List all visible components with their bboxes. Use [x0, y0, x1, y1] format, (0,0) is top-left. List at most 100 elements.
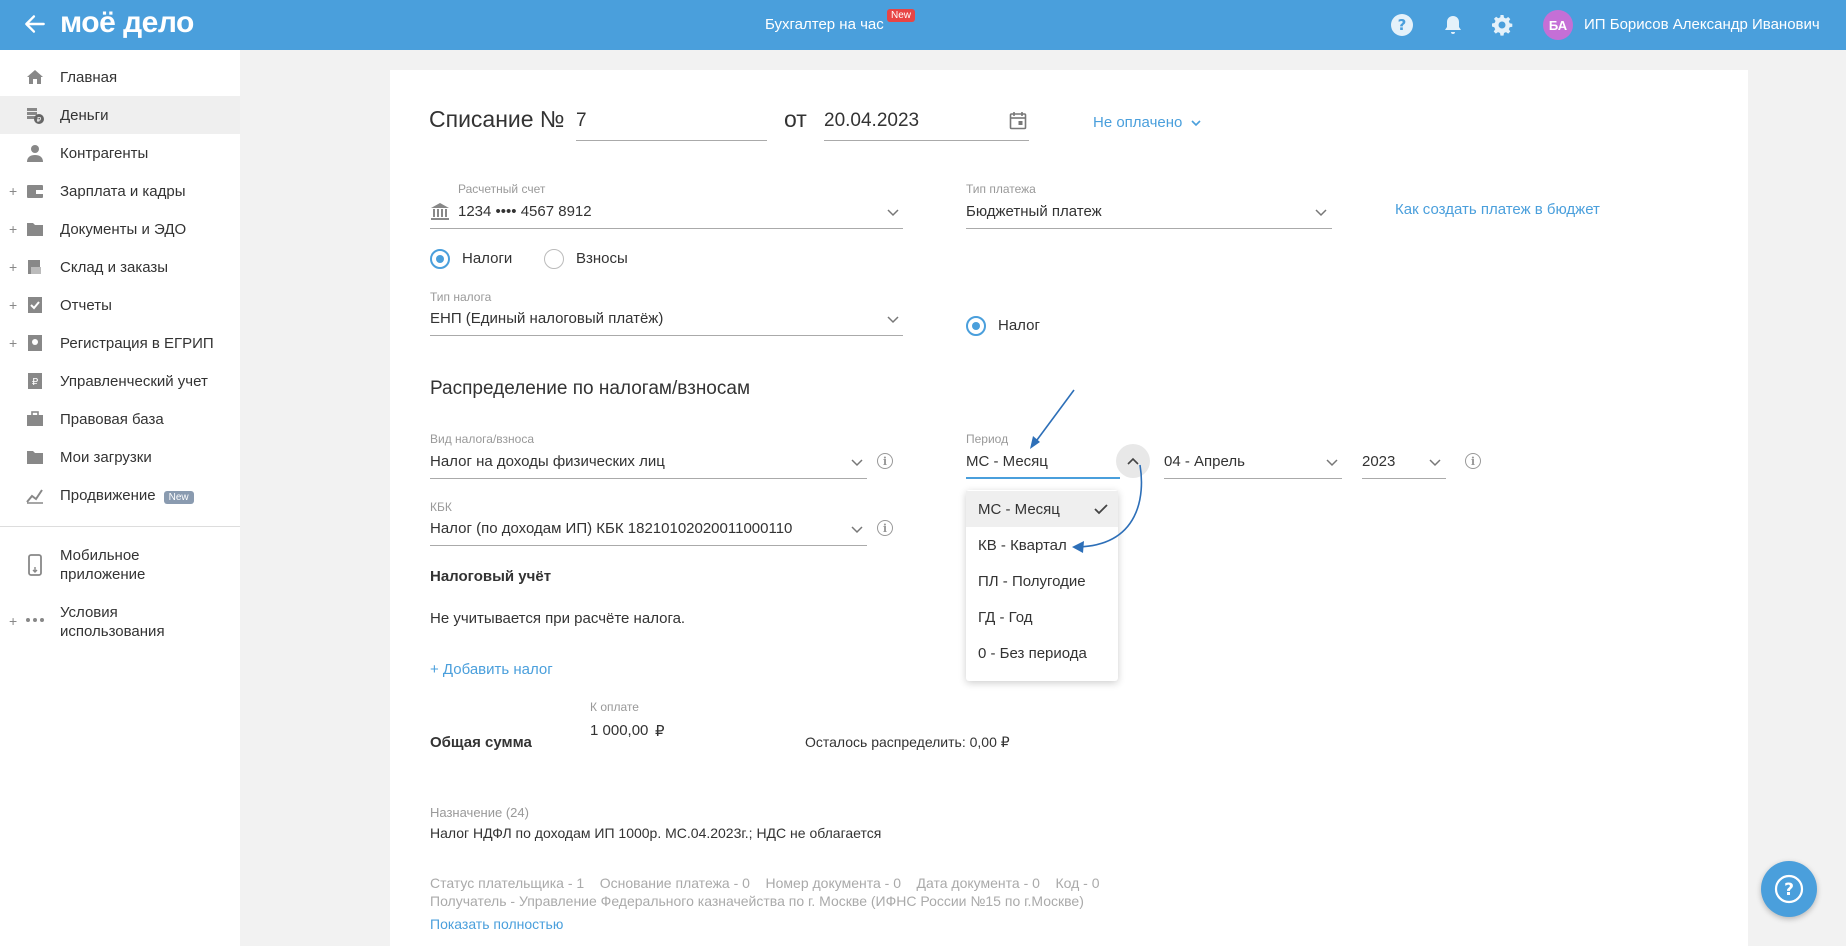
folder-icon [27, 451, 43, 464]
expand-plus-icon[interactable]: + [9, 259, 17, 275]
radio-tax-label[interactable]: Налог [998, 317, 1040, 334]
chevron-down-icon[interactable] [887, 316, 899, 324]
sidebar-item-management[interactable]: ₽ Управленческий учет [0, 362, 240, 400]
year-select[interactable]: 2023 [1362, 453, 1395, 470]
month-select[interactable]: 04 - Апрель [1164, 453, 1245, 470]
gear-icon[interactable] [1490, 13, 1514, 37]
to-pay-value: 1 000,00 [590, 722, 649, 739]
payment-status-dropdown[interactable]: Не оплачено [1093, 114, 1201, 131]
budget-help-link[interactable]: Как создать платеж в бюджет [1395, 201, 1600, 218]
bell-icon[interactable] [1441, 13, 1465, 37]
document-number-underline [576, 140, 767, 141]
calendar-icon[interactable] [1009, 111, 1027, 130]
sidebar-item-home[interactable]: Главная [0, 58, 240, 96]
remaining-amount: Осталось распределить: 0,00 ₽ [805, 734, 1010, 750]
sidebar-item-terms[interactable]: + Условия использования [0, 603, 240, 649]
total-label: Общая сумма [430, 734, 532, 751]
new-badge: New [887, 9, 916, 22]
chevron-down-icon[interactable] [851, 526, 863, 534]
sidebar-item-legal[interactable]: Правовая база [0, 400, 240, 438]
expand-plus-icon[interactable]: + [9, 297, 17, 313]
payment-type-select[interactable]: Бюджетный платеж [966, 203, 1102, 220]
to-pay-label: К оплате [590, 700, 639, 714]
kbk-select[interactable]: Налог (по доходам ИП) КБК 18210102020011… [430, 520, 792, 537]
avatar[interactable]: БА [1543, 10, 1573, 40]
svg-text:?: ? [1398, 16, 1407, 34]
sidebar-item-downloads[interactable]: Мои загрузки [0, 438, 240, 476]
expand-plus-icon[interactable]: + [9, 613, 17, 629]
info-icon[interactable]: i [877, 453, 893, 469]
sidebar-item-label: Документы и ЭДО [60, 220, 187, 238]
sidebar-item-documents[interactable]: + Документы и ЭДО [0, 210, 240, 248]
sidebar-item-counterparties[interactable]: Контрагенты [0, 134, 240, 172]
radio-contributions[interactable] [544, 249, 564, 269]
svg-text:₽: ₽ [32, 377, 39, 388]
chart-up-icon [26, 489, 43, 504]
account-label: Расчетный счет [458, 182, 546, 196]
kbk-underline [430, 545, 867, 546]
document-number-input[interactable]: 7 [576, 110, 587, 132]
purpose-value[interactable]: Налог НДФЛ по доходам ИП 1000р. МС.04.20… [430, 825, 881, 841]
from-label: от [784, 106, 807, 132]
chevron-down-icon [1190, 120, 1201, 127]
accountant-hour-link[interactable]: Бухгалтер на час [765, 16, 884, 33]
top-header: моё дело Бухгалтер на час New ? БА ИП Бо… [0, 0, 1846, 50]
radio-contributions-label[interactable]: Взносы [576, 250, 628, 267]
sidebar-item-label: Мои загрузки [60, 448, 152, 466]
payment-status-label: Не оплачено [1093, 114, 1183, 131]
chevron-down-icon[interactable] [887, 209, 899, 217]
radio-taxes-label[interactable]: Налоги [462, 250, 512, 267]
sidebar-item-reports[interactable]: + Отчеты [0, 286, 240, 324]
sidebar-divider [0, 526, 240, 527]
expand-plus-icon[interactable]: + [9, 221, 17, 237]
sidebar-item-label: Отчеты [60, 296, 112, 314]
sidebar-item-warehouse[interactable]: + Склад и заказы [0, 248, 240, 286]
year-underline [1362, 478, 1446, 479]
bank-icon [431, 203, 449, 220]
info-icon[interactable]: i [877, 520, 893, 536]
kbk-label: КБК [430, 500, 452, 514]
chevron-down-icon[interactable] [1326, 459, 1338, 467]
period-option-none[interactable]: 0 - Без периода [966, 635, 1118, 671]
app-logo[interactable]: моё дело [60, 6, 194, 40]
sidebar-item-label: Управленческий учет [60, 372, 208, 390]
account-select[interactable]: 1234 •••• 4567 8912 [458, 203, 592, 220]
sidebar-item-salary[interactable]: + Зарплата и кадры [0, 172, 240, 210]
payment-type-underline [966, 228, 1332, 229]
period-option-half-year[interactable]: ПЛ - Полугодие [966, 563, 1118, 599]
add-tax-link[interactable]: + Добавить налог [430, 661, 553, 678]
account-underline [430, 228, 903, 229]
back-arrow-icon[interactable] [22, 11, 48, 37]
sidebar: Главная ₽ Деньги Контрагенты + Зарплата … [0, 50, 240, 946]
money-icon: ₽ [27, 108, 44, 124]
registration-icon [28, 335, 42, 351]
user-name[interactable]: ИП Борисов Александр Иванович [1584, 16, 1820, 33]
sidebar-item-money[interactable]: ₽ Деньги [0, 96, 240, 134]
tax-accounting-title: Налоговый учёт [430, 568, 552, 585]
radio-tax[interactable] [966, 316, 986, 336]
help-chat-button[interactable]: ? [1761, 861, 1817, 917]
svg-text:₽: ₽ [37, 116, 42, 124]
mobile-icon [28, 554, 42, 576]
chevron-down-icon[interactable] [851, 459, 863, 467]
option-label: 0 - Без периода [978, 644, 1087, 662]
chevron-down-icon[interactable] [1315, 209, 1327, 217]
expand-plus-icon[interactable]: + [9, 335, 17, 351]
help-icon[interactable]: ? [1390, 13, 1414, 37]
sidebar-item-promotion[interactable]: Продвижение New [0, 476, 240, 514]
period-option-year[interactable]: ГД - Год [966, 599, 1118, 635]
sidebar-item-registration[interactable]: + Регистрация в ЕГРИП [0, 324, 240, 362]
question-icon: ? [1774, 874, 1804, 904]
show-full-link[interactable]: Показать полностью [430, 916, 563, 932]
info-icon[interactable]: i [1465, 453, 1481, 469]
more-dots-icon [26, 618, 44, 622]
sidebar-item-mobile-app[interactable]: Мобильное приложение [0, 546, 240, 592]
radio-taxes[interactable] [430, 249, 450, 269]
wallet-icon [27, 185, 43, 198]
chevron-down-icon[interactable] [1429, 459, 1441, 467]
sidebar-item-label: Зарплата и кадры [60, 182, 186, 200]
expand-plus-icon[interactable]: + [9, 183, 17, 199]
tax-type-select[interactable]: ЕНП (Единый налоговый платёж) [430, 310, 663, 327]
date-input[interactable]: 20.04.2023 [824, 110, 919, 132]
tax-kind-select[interactable]: Налог на доходы физических лиц [430, 453, 665, 470]
